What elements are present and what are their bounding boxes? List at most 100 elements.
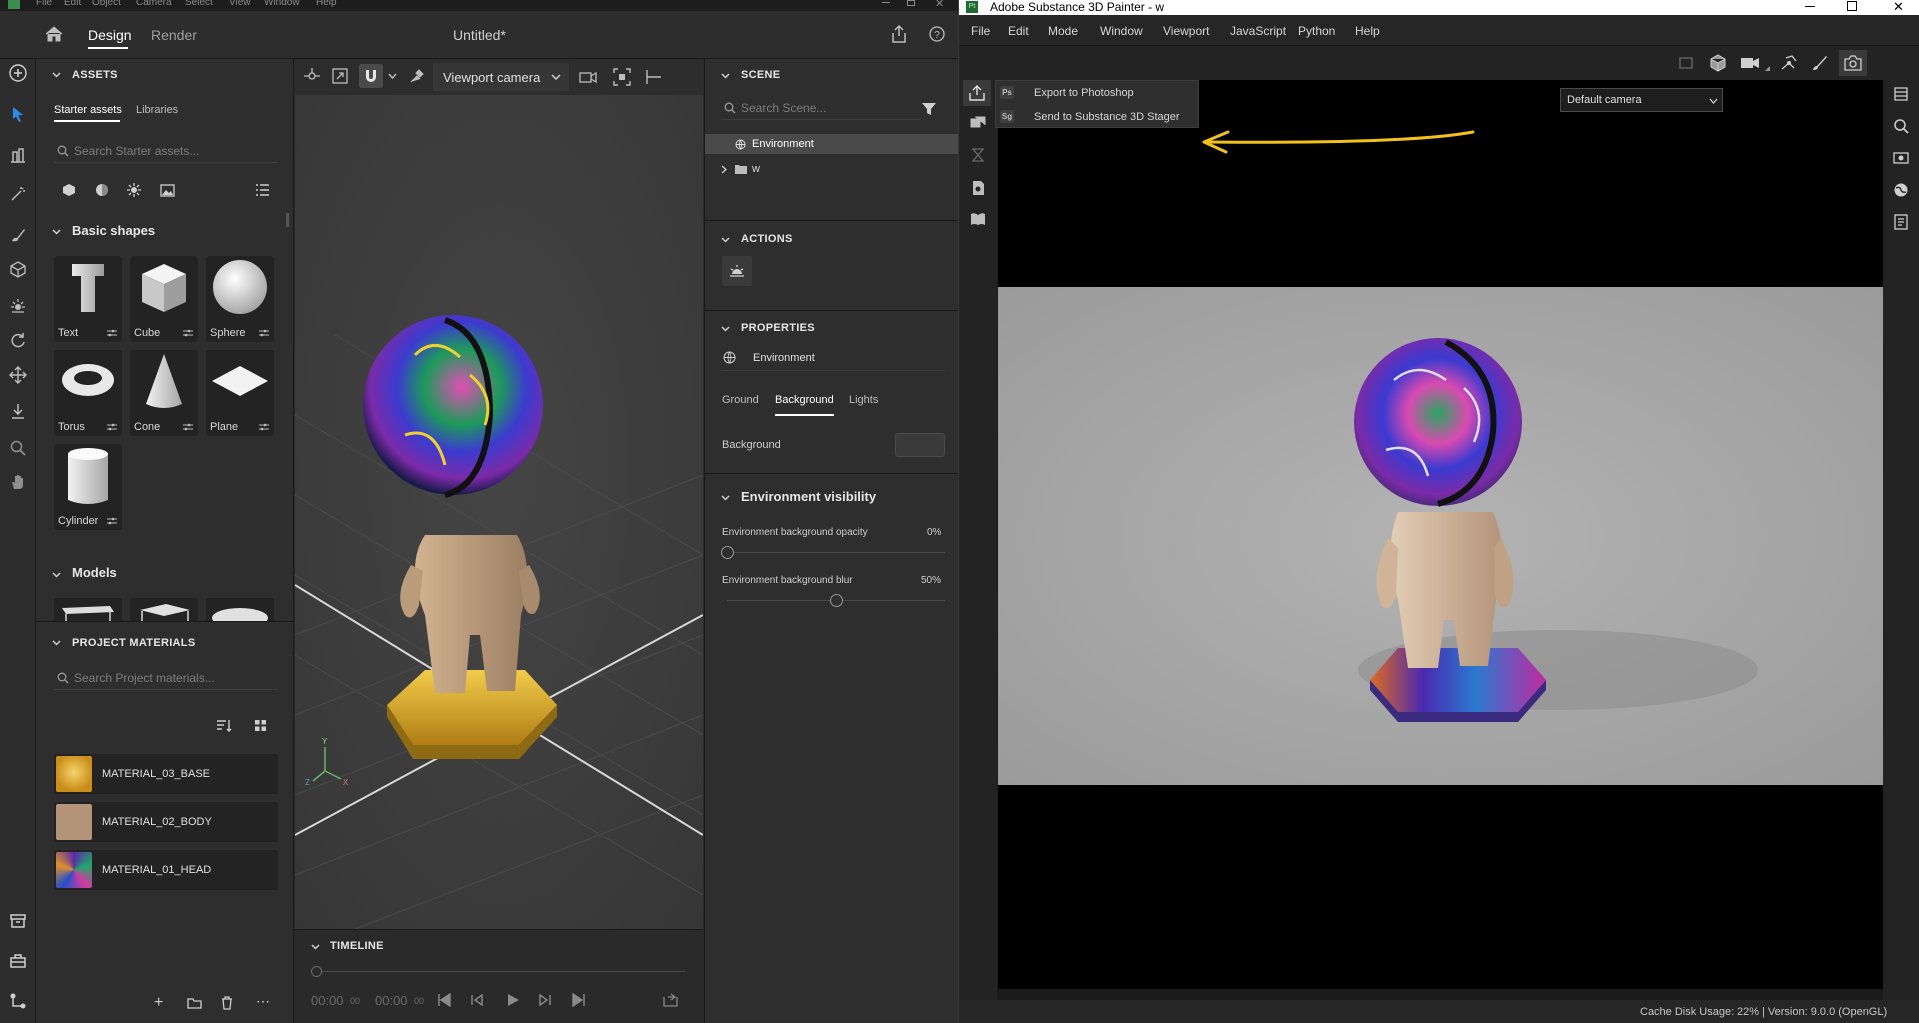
maximize-icon[interactable] — [1847, 1, 1857, 11]
select-tool-icon[interactable] — [9, 105, 27, 123]
project-materials-search-input[interactable]: Search Project materials... — [54, 666, 278, 690]
transform-icon[interactable] — [303, 67, 321, 85]
camera-add-icon[interactable] — [579, 68, 597, 86]
mask-icon[interactable] — [1678, 55, 1694, 71]
shape-tile-cube[interactable]: Cube — [130, 256, 198, 342]
stage-tool-icon[interactable] — [9, 146, 27, 164]
menu-window[interactable]: Window — [1100, 24, 1143, 38]
chevron-down-icon[interactable] — [52, 570, 61, 579]
scrollbar[interactable] — [286, 213, 289, 227]
skip-end-icon[interactable] — [572, 993, 586, 1007]
shape-tile-sphere[interactable]: Sphere — [206, 256, 274, 342]
tab-render[interactable]: Render — [151, 27, 197, 43]
menu-edit[interactable]: Edit — [64, 0, 81, 8]
screenshot-button[interactable] — [1839, 50, 1867, 76]
timeline-scrubber[interactable] — [311, 966, 322, 977]
cube-icon[interactable] — [9, 260, 27, 278]
shape-tile-plane[interactable]: Plane — [206, 350, 274, 436]
layers-icon[interactable] — [970, 116, 986, 130]
light-icon[interactable] — [9, 297, 27, 315]
chevron-right-icon[interactable] — [721, 165, 727, 174]
trash-icon[interactable] — [221, 996, 233, 1010]
blur-slider-track[interactable] — [727, 594, 945, 607]
close-icon[interactable]: ✕ — [1893, 0, 1904, 15]
fit-view-icon[interactable] — [613, 68, 631, 86]
toolbox-icon[interactable] — [9, 952, 27, 970]
lights-filter-icon[interactable] — [127, 183, 141, 197]
export-to-photoshop-item[interactable]: Ps Export to Photoshop — [996, 81, 1200, 105]
chevron-down-icon[interactable] — [721, 71, 730, 80]
tab-libraries[interactable]: Libraries — [136, 104, 178, 116]
log-icon[interactable] — [1893, 214, 1909, 230]
camera-view-icon[interactable] — [1740, 55, 1760, 71]
display-settings-icon[interactable] — [1893, 150, 1909, 166]
play-icon[interactable] — [506, 993, 520, 1007]
export-button[interactable] — [963, 80, 991, 106]
physics-icon[interactable] — [408, 68, 425, 85]
options-icon[interactable] — [107, 329, 117, 337]
options-icon[interactable] — [107, 517, 117, 525]
options-icon[interactable] — [183, 329, 193, 337]
home-icon[interactable] — [45, 26, 63, 42]
wireframe-icon[interactable] — [1780, 54, 1798, 72]
menu-mode[interactable]: Mode — [1048, 24, 1078, 38]
archive-icon[interactable] — [9, 912, 27, 930]
tab-lights[interactable]: Lights — [849, 394, 878, 406]
sun-light-action-button[interactable] — [722, 256, 752, 286]
sort-icon[interactable] — [216, 719, 232, 732]
more-icon[interactable]: ⋯ — [256, 993, 270, 1010]
minimize-icon[interactable] — [1805, 6, 1815, 7]
options-icon[interactable] — [259, 329, 269, 337]
camera-settings-icon[interactable] — [645, 68, 663, 86]
tab-design[interactable]: Design — [88, 27, 132, 43]
menu-javascript[interactable]: JavaScript — [1230, 24, 1286, 38]
blur-slider-thumb[interactable] — [830, 594, 843, 607]
help-icon[interactable]: ? — [929, 26, 945, 42]
maximize-icon[interactable] — [907, 0, 915, 6]
grid-view-icon[interactable] — [254, 719, 267, 732]
add-icon[interactable]: + — [154, 994, 163, 1012]
environment-icon[interactable] — [1893, 182, 1909, 198]
menu-help[interactable]: Help — [1355, 24, 1380, 38]
chevron-down-icon[interactable] — [388, 73, 397, 80]
scene-item-environment[interactable]: Environment — [705, 134, 958, 154]
rotate-icon[interactable] — [9, 331, 27, 349]
materials-filter-icon[interactable] — [95, 183, 109, 197]
send-to-stager-item[interactable]: Sg Send to Substance 3D Stager — [996, 105, 1200, 129]
scene-item-w[interactable]: w — [705, 159, 958, 179]
minimize-icon[interactable] — [882, 2, 890, 3]
menu-python[interactable]: Python — [1298, 24, 1335, 38]
book-icon[interactable] — [970, 212, 986, 226]
menu-object[interactable]: Object — [92, 0, 121, 8]
models-filter-icon[interactable] — [62, 183, 76, 197]
dropdown-corner-icon[interactable] — [1765, 66, 1770, 71]
chevron-down-icon[interactable] — [52, 70, 61, 79]
document-icon[interactable] — [970, 180, 986, 196]
step-back-icon[interactable] — [470, 993, 484, 1007]
menu-viewport[interactable]: Viewport — [1163, 24, 1209, 38]
tab-ground[interactable]: Ground — [722, 394, 759, 406]
images-filter-icon[interactable] — [160, 184, 175, 197]
cube-view-icon[interactable] — [1710, 54, 1726, 72]
chevron-down-icon[interactable] — [311, 942, 320, 951]
list-view-icon[interactable] — [255, 183, 270, 197]
add-icon[interactable] — [9, 64, 27, 82]
material-row[interactable]: MATERIAL_03_BASE — [54, 754, 278, 794]
tab-starter-assets[interactable]: Starter assets — [54, 104, 122, 116]
share-icon[interactable] — [891, 25, 907, 43]
drop-to-floor-icon[interactable] — [9, 402, 27, 420]
hand-pan-icon[interactable] — [9, 473, 27, 491]
menu-select[interactable]: Select — [185, 0, 213, 8]
folder-icon[interactable] — [187, 997, 202, 1009]
magic-wand-icon[interactable] — [9, 185, 27, 203]
chevron-down-icon[interactable] — [721, 324, 730, 333]
menu-view[interactable]: View — [229, 0, 251, 8]
options-icon[interactable] — [259, 423, 269, 431]
chevron-down-icon[interactable] — [721, 493, 730, 502]
shape-tile-cylinder[interactable]: Cylinder — [54, 444, 122, 530]
scene-graph-icon[interactable] — [9, 992, 27, 1010]
menu-edit[interactable]: Edit — [1008, 24, 1029, 38]
close-icon[interactable]: ✕ — [935, 0, 944, 10]
menu-camera[interactable]: Camera — [136, 0, 172, 8]
opacity-slider-track[interactable] — [721, 546, 945, 559]
